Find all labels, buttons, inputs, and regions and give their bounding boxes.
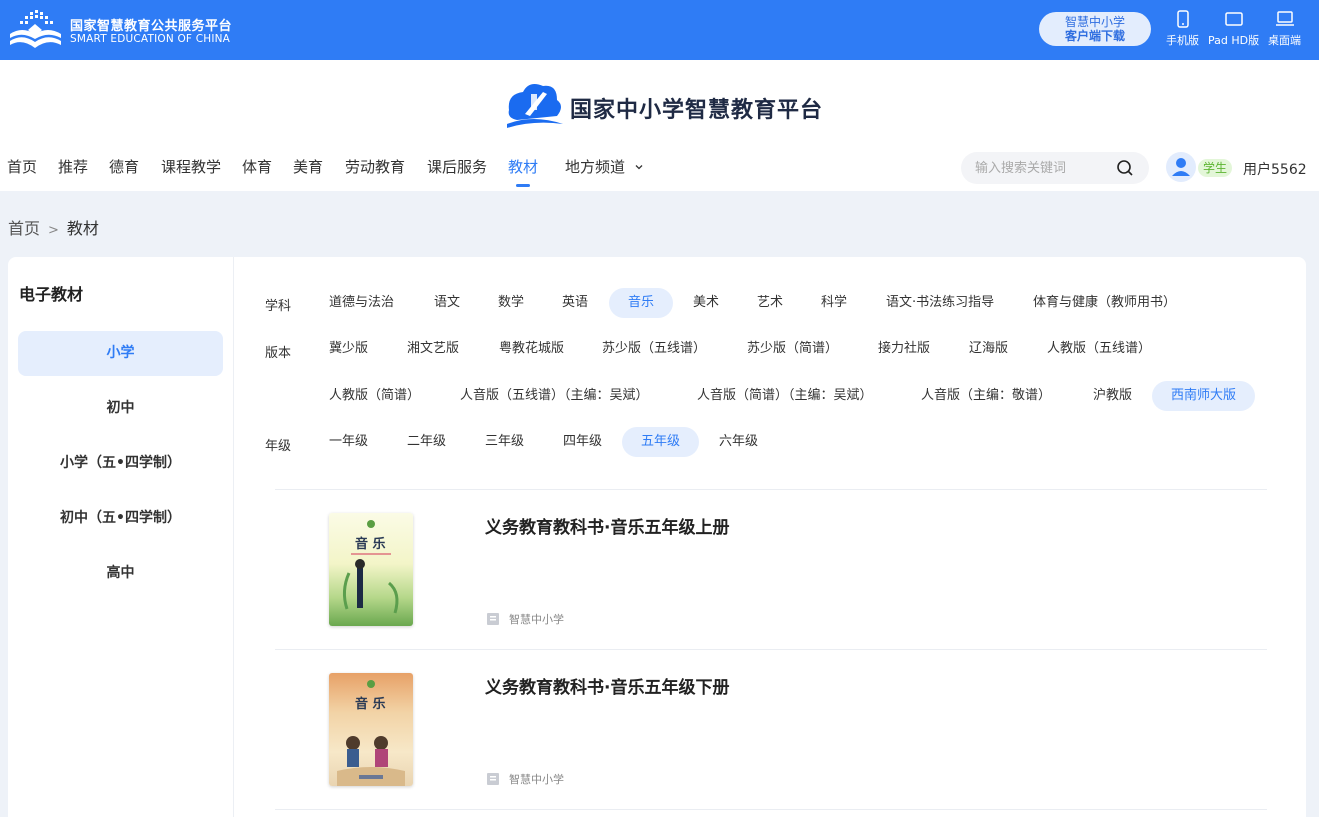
pad-version-link[interactable]: Pad HD版 <box>1208 10 1259 48</box>
search-box <box>961 152 1149 184</box>
edition-chip[interactable]: 沪教版 <box>1093 381 1132 411</box>
download-line-1: 智慧中小学 <box>1064 15 1125 29</box>
divider <box>275 649 1267 650</box>
breadcrumb-home[interactable]: 首页 <box>8 219 40 238</box>
desktop-version-label: 桌面端 <box>1268 34 1301 47</box>
subject-chip[interactable]: 语文·书法练习指导 <box>886 288 994 318</box>
nav-moral[interactable]: 德育 <box>109 156 139 177</box>
book-cover[interactable]: 音 乐 <box>329 513 413 626</box>
subject-chip[interactable]: 语文 <box>434 288 460 318</box>
divider <box>275 809 1267 810</box>
edition-chip-active[interactable]: 西南师大版 <box>1152 381 1256 411</box>
book-cover[interactable]: 音 乐 <box>329 673 413 786</box>
edition-chip[interactable]: 接力社版 <box>878 334 930 364</box>
grade-chip[interactable]: 二年级 <box>407 427 446 457</box>
breadcrumb: 首页 > 教材 <box>8 215 99 239</box>
edition-chip[interactable]: 苏少版（五线谱） <box>602 334 706 364</box>
tablet-icon <box>1224 12 1243 26</box>
grade-chip[interactable]: 四年级 <box>563 427 602 457</box>
nav-labor[interactable]: 劳动教育 <box>345 156 405 177</box>
edition-chip[interactable]: 人音版（主编：敬谱） <box>921 381 1051 411</box>
site-logo-icon[interactable] <box>503 80 565 132</box>
sidebar-item-primary-54[interactable]: 小学（五•四学制） <box>18 441 223 486</box>
laptop-icon <box>1275 11 1294 26</box>
nav-after-school[interactable]: 课后服务 <box>427 156 487 177</box>
breadcrumb-current: 教材 <box>66 219 99 238</box>
site-header: 国家中小学智慧教育平台 首页 推荐 德育 课程教学 体育 美育 劳动教育 课后服… <box>0 60 1319 191</box>
book-cover-art-icon <box>329 513 413 626</box>
edition-chip[interactable]: 人教版（五线谱） <box>1047 334 1151 364</box>
nav-home[interactable]: 首页 <box>7 156 37 177</box>
nav-recommend[interactable]: 推荐 <box>58 156 88 177</box>
search-icon[interactable] <box>1116 159 1134 177</box>
nav-textbook[interactable]: 教材 <box>508 156 538 187</box>
mobile-version-label: 手机版 <box>1166 34 1199 47</box>
site-title: 国家中小学智慧教育平台 <box>570 98 824 123</box>
grade-chip[interactable]: 三年级 <box>485 427 524 457</box>
subject-chip[interactable]: 艺术 <box>757 288 783 318</box>
subject-chip[interactable]: 体育与健康（教师用书） <box>1033 288 1176 318</box>
nav-local-channel-label: 地方频道 <box>565 158 626 176</box>
grade-chip[interactable]: 六年级 <box>719 427 758 457</box>
edition-chip[interactable]: 粤教花城版 <box>499 334 564 364</box>
book-cover-art-icon <box>329 673 413 786</box>
search-input[interactable] <box>975 158 1115 178</box>
username[interactable]: 用户5562 <box>1243 159 1307 179</box>
mobile-version-link[interactable]: 手机版 <box>1166 10 1199 48</box>
edition-chip[interactable]: 冀少版 <box>329 334 368 364</box>
subject-chip[interactable]: 数学 <box>498 288 524 318</box>
book-title[interactable]: 义务教育教科书·音乐五年级上册 <box>485 513 729 538</box>
desktop-version-link[interactable]: 桌面端 <box>1268 10 1301 48</box>
user-avatar[interactable] <box>1166 152 1196 182</box>
platform-subtitle: SMART EDUCATION OF CHINA <box>70 33 231 45</box>
platform-logo-icon[interactable] <box>8 10 63 50</box>
sidebar: 电子教材 小学 初中 小学（五•四学制） 初中（五•四学制） 高中 <box>8 257 234 817</box>
subject-chip[interactable]: 科学 <box>821 288 847 318</box>
sidebar-item-senior[interactable]: 高中 <box>18 551 223 596</box>
textbook-content: 学科 道德与法治 语文 数学 英语 音乐 美术 艺术 科学 语文·书法练习指导 … <box>234 257 1306 817</box>
nav-sports[interactable]: 体育 <box>242 156 272 177</box>
source-icon <box>487 613 499 625</box>
download-line-2: 客户端下载 <box>1064 29 1125 43</box>
grade-chip-active[interactable]: 五年级 <box>622 427 700 457</box>
sidebar-item-primary[interactable]: 小学 <box>18 331 223 376</box>
source-icon <box>487 773 499 785</box>
subject-chip[interactable]: 美术 <box>693 288 719 318</box>
pad-version-label: Pad HD版 <box>1208 34 1260 47</box>
edition-chip[interactable]: 辽海版 <box>969 334 1008 364</box>
role-badge: 学生 <box>1198 159 1233 177</box>
book-source: 智慧中小学 <box>509 613 564 626</box>
chevron-down-icon <box>635 165 643 170</box>
edition-chip[interactable]: 人音版（简谱）（主编：吴斌） <box>697 381 873 411</box>
edition-chip[interactable]: 湘文艺版 <box>407 334 459 364</box>
nav-course[interactable]: 课程教学 <box>161 156 221 177</box>
sidebar-item-junior-54[interactable]: 初中（五•四学制） <box>18 496 223 541</box>
phone-icon <box>1176 10 1189 28</box>
edition-label: 版本 <box>265 346 292 361</box>
divider <box>275 489 1267 490</box>
book-cover-title: 音 乐 <box>355 537 386 552</box>
book-source: 智慧中小学 <box>509 773 564 786</box>
breadcrumb-separator: > <box>48 223 59 238</box>
top-bar: 国家智慧教育公共服务平台 SMART EDUCATION OF CHINA 智慧… <box>0 0 1319 60</box>
subject-chip[interactable]: 道德与法治 <box>329 288 394 318</box>
book-title[interactable]: 义务教育教科书·音乐五年级下册 <box>485 673 729 698</box>
sidebar-title: 电子教材 <box>19 285 84 304</box>
edition-chip[interactable]: 人教版（简谱） <box>329 381 420 411</box>
subject-chip-active[interactable]: 音乐 <box>609 288 674 318</box>
subject-label: 学科 <box>265 299 292 314</box>
book-cover-title: 音 乐 <box>355 697 386 712</box>
nav-local-channel[interactable]: 地方频道 <box>565 156 644 177</box>
edition-chip[interactable]: 苏少版（简谱） <box>747 334 838 364</box>
sidebar-item-junior[interactable]: 初中 <box>18 386 223 431</box>
edition-chip[interactable]: 人音版（五线谱）（主编：吴斌） <box>460 381 649 411</box>
user-icon <box>1172 158 1190 176</box>
client-download-button[interactable]: 智慧中小学 客户端下载 <box>1039 12 1151 46</box>
grade-label: 年级 <box>265 439 292 454</box>
grade-chip[interactable]: 一年级 <box>329 427 368 457</box>
nav-arts[interactable]: 美育 <box>293 156 323 177</box>
platform-title: 国家智慧教育公共服务平台 <box>70 19 233 34</box>
subject-chip[interactable]: 英语 <box>562 288 588 318</box>
